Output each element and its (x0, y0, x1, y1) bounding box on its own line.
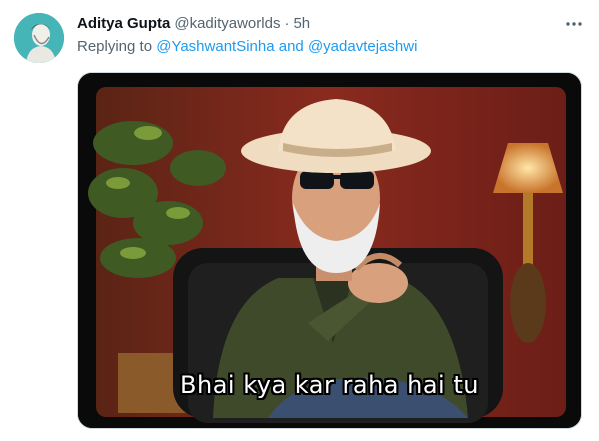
author-handle[interactable]: @kadityaworlds (174, 14, 280, 34)
avatar-image (14, 13, 64, 63)
more-horizontal-icon[interactable] (563, 13, 585, 35)
meme-caption: Bhai kya kar raha hai tu (180, 371, 479, 399)
more-dots-glyph (566, 22, 582, 26)
tweet-header: Aditya Gupta @kadityaworlds · 5h (77, 13, 585, 35)
mention-link-1[interactable]: @YashwantSinha (156, 38, 274, 55)
mention-link-2[interactable]: @yadavtejashwi (308, 38, 417, 55)
avatar[interactable] (14, 13, 64, 63)
tweet[interactable]: Aditya Gupta @kadityaworlds · 5h Replyin… (0, 0, 599, 441)
author-name[interactable]: Aditya Gupta (77, 14, 170, 34)
tweet-time[interactable]: 5h (293, 14, 310, 34)
replying-to: Replying to @YashwantSinha and @yadavtej… (77, 37, 417, 57)
separator-dot: · (284, 15, 290, 32)
tweet-media[interactable]: Bhai kya kar raha hai tu (77, 72, 582, 429)
reply-conjunction: and (278, 38, 304, 55)
reply-prefix: Replying to (77, 38, 153, 55)
